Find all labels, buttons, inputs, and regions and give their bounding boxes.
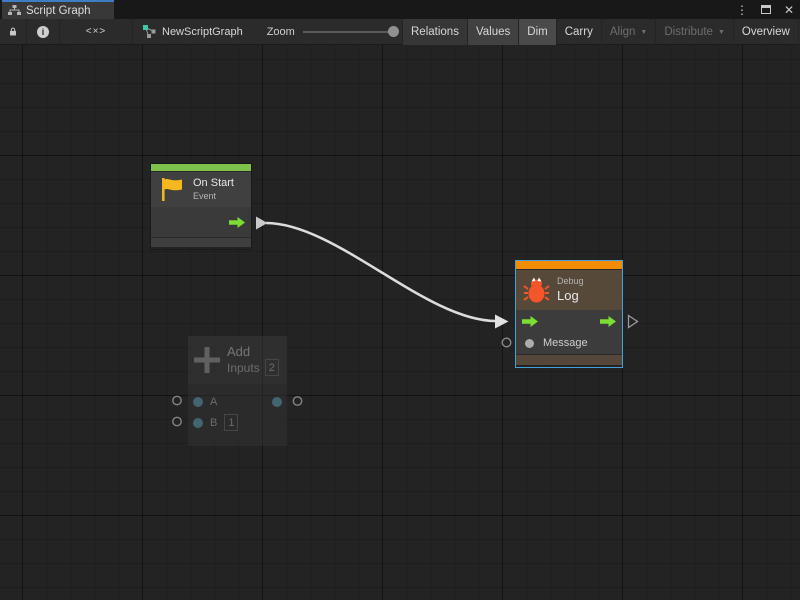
message-label: Message — [543, 337, 588, 349]
port-a-icon[interactable] — [193, 397, 203, 407]
node-debug-log[interactable]: Debug Log Message — [515, 260, 623, 368]
message-port-icon[interactable] — [525, 339, 534, 348]
flow-output-arrow-icon[interactable] — [229, 217, 245, 228]
info-icon: i — [37, 26, 49, 38]
on-start-output-port[interactable] — [256, 217, 268, 230]
script-graph-window: Script Graph ⋮ ✕ i <×> — [0, 0, 800, 600]
edit-source-button[interactable]: <×> — [60, 19, 133, 44]
close-icon[interactable]: ✕ — [784, 4, 794, 16]
on-start-title: On Start — [193, 177, 234, 191]
debug-title: Log — [557, 288, 584, 304]
ghost-input-a-port-empty[interactable] — [173, 396, 181, 404]
toolbar-toggles: Relations Values Dim Carry Align ▼ Distr… — [402, 19, 800, 45]
connections-overlay — [0, 45, 800, 600]
input-row-b: B 1 — [188, 412, 287, 433]
sum-output-port-icon[interactable] — [272, 397, 282, 407]
on-start-footer — [151, 237, 251, 247]
graph-name: NewScriptGraph — [162, 26, 243, 38]
window-controls: ⋮ ✕ — [736, 0, 794, 19]
ghost-output-port-empty[interactable] — [293, 397, 301, 405]
debug-input-port[interactable] — [495, 315, 509, 329]
add-title: Add — [227, 344, 279, 360]
graph-asset-icon — [143, 25, 156, 38]
toggle-overview[interactable]: Overview — [733, 19, 798, 45]
toggle-values[interactable]: Values — [467, 19, 518, 45]
port-a-label: A — [210, 396, 217, 408]
lock-icon — [9, 25, 17, 38]
ghost-input-b-port-empty[interactable] — [173, 417, 181, 425]
inputs-count-field[interactable]: 2 — [265, 359, 279, 376]
flag-icon — [158, 175, 186, 204]
debug-footer — [516, 354, 622, 365]
toggle-carry[interactable]: Carry — [556, 19, 601, 45]
bug-icon — [523, 276, 550, 304]
zoom-slider[interactable] — [303, 31, 395, 33]
input-row-a: A — [188, 391, 287, 412]
on-start-subtitle: Event — [193, 191, 234, 202]
flow-output-arrow-icon[interactable] — [600, 316, 616, 327]
align-dropdown[interactable]: Align ▼ — [601, 19, 656, 45]
port-b-icon[interactable] — [193, 418, 203, 428]
zoom-label: Zoom — [267, 26, 295, 38]
plus-icon — [193, 346, 221, 374]
window-menu-icon[interactable]: ⋮ — [736, 4, 748, 16]
tab-title: Script Graph — [26, 5, 91, 17]
debug-accent-bar — [516, 261, 622, 269]
hierarchy-icon — [8, 5, 21, 16]
graph-reference[interactable]: NewScriptGraph — [143, 19, 243, 44]
chevron-down-icon: ▼ — [718, 29, 725, 36]
toggle-relations[interactable]: Relations — [402, 19, 467, 45]
port-b-value-field[interactable]: 1 — [224, 414, 238, 431]
zoom-slider-handle[interactable] — [388, 26, 399, 37]
tab-strip: Script Graph ⋮ ✕ — [0, 0, 800, 19]
graph-canvas[interactable]: On Start Event — [0, 45, 800, 600]
info-button[interactable]: i — [27, 19, 60, 44]
node-on-start[interactable]: On Start Event — [150, 163, 252, 250]
zoom-control: Zoom 1x — [267, 19, 415, 44]
message-port-empty[interactable] — [502, 338, 511, 347]
port-b-label: B — [210, 417, 217, 429]
debug-category: Debug — [557, 276, 584, 287]
toggle-dim[interactable]: Dim — [518, 19, 555, 45]
lock-button[interactable] — [0, 19, 27, 44]
node-add-ghost[interactable]: Add Inputs 2 A B 1 — [188, 336, 287, 446]
chevron-down-icon: ▼ — [640, 29, 647, 36]
on-start-accent-bar — [151, 164, 251, 171]
graph-toolbar: i <×> NewScriptGraph Zoom 1x Relations V… — [0, 19, 800, 45]
code-icon: <×> — [86, 26, 107, 37]
tab-script-graph[interactable]: Script Graph — [2, 0, 114, 19]
inputs-label: Inputs — [227, 361, 260, 375]
flow-input-arrow-icon[interactable] — [522, 316, 538, 327]
connection-wire[interactable] — [266, 223, 496, 321]
maximize-icon[interactable] — [761, 5, 771, 14]
distribute-dropdown[interactable]: Distribute ▼ — [655, 19, 733, 45]
debug-output-port-empty[interactable] — [629, 316, 638, 328]
